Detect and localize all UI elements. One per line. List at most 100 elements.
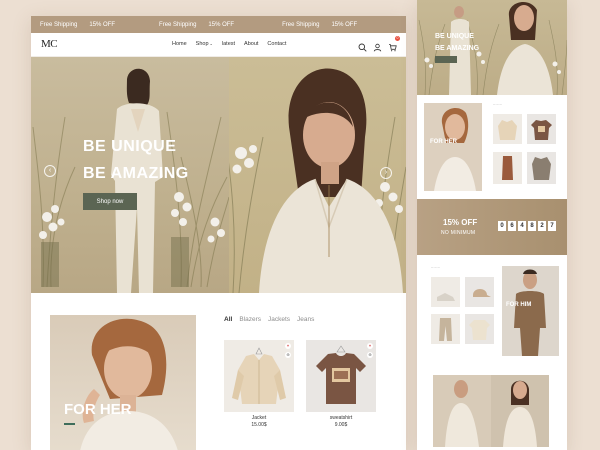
side-product-thumb[interactable] <box>465 314 494 344</box>
chevron-down-icon: ⌄ <box>209 41 213 46</box>
timer-digit: 2 <box>538 221 546 231</box>
side-for-him-photo <box>514 269 546 356</box>
side-product-thumb[interactable] <box>465 277 494 307</box>
side-for-her-photo <box>434 108 476 191</box>
timer-digit: 8 <box>528 221 536 231</box>
nav-item-contact[interactable]: Contact <box>267 41 286 47</box>
side-for-her-card[interactable]: FOR HER <box>424 103 482 191</box>
filter-all[interactable]: All <box>224 316 232 323</box>
timer-digit: 6 <box>508 221 516 231</box>
product-image: ♥ ⊕ <box>224 340 294 412</box>
nav-item-shop-label: Shop <box>195 41 209 47</box>
header-nav: MC Home Shop⌄ latest About Contact 0 <box>31 33 406 57</box>
header-icons: 0 <box>358 36 400 52</box>
main-page-mockup: Free Shipping 15% OFF Free Shipping 15% … <box>31 16 406 450</box>
side-tshirt-thumb <box>469 320 490 340</box>
product-name: sweatshirt <box>329 415 353 421</box>
search-icon[interactable] <box>358 39 367 52</box>
brand-logo[interactable]: MC <box>41 38 58 50</box>
product-image: ♥ ⊕ <box>306 340 376 412</box>
hero-title: BE UNIQUE BE AMAZING <box>83 133 189 187</box>
side-hero-title-line1: BE UNIQUE <box>435 33 474 40</box>
side-lookbook-photo[interactable] <box>491 375 549 447</box>
promo-discount-text: 15% OFF <box>331 21 358 28</box>
side-offer-banner: 15% OFF NO MINIMUM 0 6 4 8 2 7 <box>417 199 567 255</box>
timer-digit: 7 <box>548 221 556 231</box>
nav-item-home[interactable]: Home <box>172 41 187 47</box>
side-hero-title-line2: BE AMAZING <box>435 45 480 52</box>
add-to-cart-icon[interactable]: ⊕ <box>285 352 291 358</box>
nav-item-shop[interactable]: Shop⌄ <box>196 41 213 47</box>
cart-icon[interactable]: 0 <box>388 36 400 52</box>
product-card-sweatshirt[interactable]: ♥ ⊕ sweatshirt 9.00$ <box>306 340 376 428</box>
promo-discount-text: 15% OFF <box>89 21 116 28</box>
side-breadcrumb: — — — <box>431 266 440 269</box>
side-product-thumb[interactable] <box>431 277 460 307</box>
timer-digit: 0 <box>498 221 506 231</box>
side-product-thumb[interactable] <box>527 114 556 144</box>
filter-blazers[interactable]: Blazers <box>239 316 261 323</box>
cart-count-badge: 0 <box>395 36 400 41</box>
hero-title-line2: BE AMAZING <box>83 165 189 182</box>
sweatshirt-image <box>316 345 366 404</box>
promo-group: Free Shipping 15% OFF <box>159 22 234 28</box>
heart-icon[interactable]: ♥ <box>367 343 373 349</box>
side-shoe-thumb <box>437 293 455 301</box>
carousel-prev-icon[interactable]: ‹ <box>44 165 56 177</box>
side-dress-thumb <box>502 156 513 180</box>
side-hero: BE UNIQUE BE AMAZING <box>417 0 567 95</box>
side-jacket-thumb <box>498 120 517 140</box>
product-name: Jacket <box>251 415 267 421</box>
side-pants-thumb <box>439 318 452 341</box>
side-hero-title: BE UNIQUE BE AMAZING <box>435 31 479 55</box>
promo-discount-text: 15% OFF <box>208 21 235 28</box>
user-icon[interactable] <box>373 39 382 52</box>
nav-item-latest[interactable]: latest <box>222 41 235 47</box>
side-lookbook-man <box>445 380 479 447</box>
side-cap-thumb <box>473 289 491 297</box>
add-to-cart-icon[interactable]: ⊕ <box>367 352 373 358</box>
side-for-him-title: FOR HIM <box>506 302 532 308</box>
side-lookbook-woman <box>503 380 537 447</box>
product-price: 9.00$ <box>334 422 348 428</box>
side-shop-button[interactable] <box>435 56 457 63</box>
promo-shipping-text: Free Shipping <box>159 21 197 28</box>
hero-title-line1: BE UNIQUE <box>83 138 177 155</box>
shop-now-button[interactable]: Shop now <box>83 193 137 210</box>
side-product-thumb[interactable] <box>527 152 556 184</box>
filter-jeans[interactable]: Jeans <box>297 316 314 323</box>
product-card-jacket[interactable]: ♥ ⊕ Jacket 15.00$ <box>224 340 294 428</box>
main-menu: Home Shop⌄ latest About Contact <box>172 41 286 47</box>
product-price: 15.00$ <box>251 422 267 428</box>
carousel-next-icon[interactable]: › <box>380 167 392 179</box>
side-breadcrumb: — — — <box>493 103 502 106</box>
side-product-thumb[interactable] <box>431 314 460 344</box>
heart-icon[interactable]: ♥ <box>285 343 291 349</box>
timer-digit: 4 <box>518 221 526 231</box>
for-her-model-photo <box>80 318 178 450</box>
side-offer-subtitle: NO MINIMUM <box>441 230 476 236</box>
nav-item-about[interactable]: About <box>244 41 258 47</box>
side-for-her-title: FOR HER <box>430 139 457 145</box>
side-page-mockup: BE UNIQUE BE AMAZING FOR HER — — — 15% O… <box>417 0 567 450</box>
side-for-him-card[interactable]: FOR HIM <box>502 266 559 356</box>
side-product-thumb[interactable] <box>493 152 522 184</box>
for-her-title: FOR HER <box>64 401 132 418</box>
collection-section: FOR HER All Blazers Jackets Jeans ♥ ⊕ Ja… <box>31 293 406 450</box>
side-offer-title: 15% OFF <box>443 218 478 227</box>
hero-banner: BE UNIQUE BE AMAZING Shop now ‹ › <box>31 57 406 293</box>
side-product-thumb[interactable] <box>493 114 522 144</box>
countdown-timer: 0 6 4 8 2 7 <box>498 221 556 231</box>
promo-shipping-text: Free Shipping <box>40 21 78 28</box>
promo-group: Free Shipping 15% OFF <box>40 22 115 28</box>
category-filters: All Blazers Jackets Jeans <box>224 316 314 323</box>
for-her-card[interactable]: FOR HER <box>50 315 196 450</box>
promo-group: Free Shipping 15% OFF <box>282 22 357 28</box>
side-lookbook-photo[interactable] <box>433 375 491 447</box>
side-coat-thumb <box>532 157 551 180</box>
hero-right-photo: › <box>229 57 406 293</box>
promo-shipping-text: Free Shipping <box>282 21 320 28</box>
filter-jackets[interactable]: Jackets <box>268 316 290 323</box>
hero-left-photo: BE UNIQUE BE AMAZING Shop now ‹ <box>31 57 229 293</box>
side-sweatshirt-thumb <box>531 120 552 140</box>
